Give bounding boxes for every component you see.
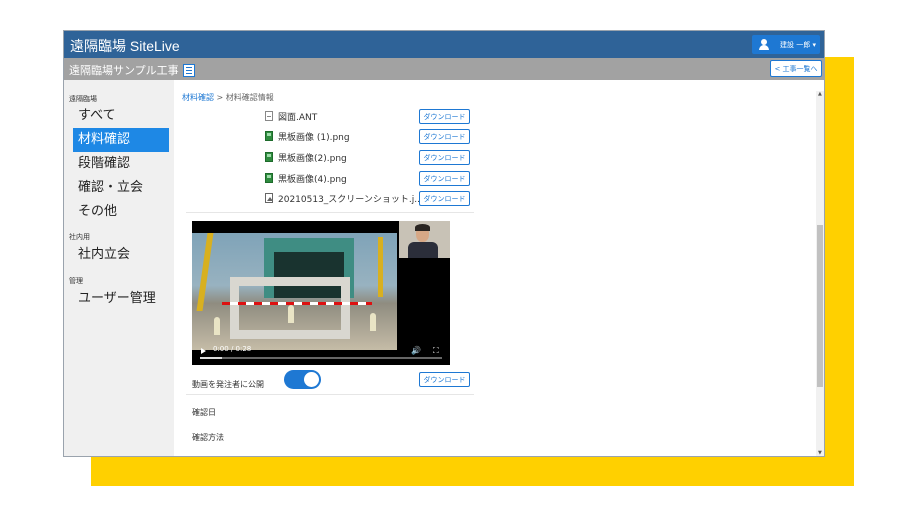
scrollbar-thumb[interactable] xyxy=(817,225,823,387)
video-controls: 0:00 / 0:28 🔊 ⛶ xyxy=(192,343,450,365)
video-time: 0:00 / 0:28 xyxy=(213,345,252,353)
measuring-rod-shape xyxy=(222,302,372,305)
video-pip-camera xyxy=(399,221,450,258)
sidebar-item-stage-check[interactable]: 段階確認 xyxy=(73,152,169,176)
divider xyxy=(186,212,474,213)
worker-shape xyxy=(288,305,294,323)
back-to-projects-button[interactable]: < 工事一覧へ xyxy=(770,60,822,77)
image-file-icon xyxy=(265,131,273,141)
image-file-icon xyxy=(265,152,273,162)
video-frame-site xyxy=(192,233,397,350)
sidebar-group-remote: 遠隔臨場 xyxy=(69,95,97,103)
sidebar-item-inspection[interactable]: 確認・立会 xyxy=(73,176,169,200)
divider xyxy=(186,394,474,395)
confirm-date-label: 確認日 xyxy=(192,408,216,417)
file-name: 図面.ANT xyxy=(278,112,318,123)
breadcrumb-link[interactable]: 材料確認 xyxy=(182,93,214,102)
document-icon xyxy=(265,111,273,121)
file-name: 黒板画像 (1).png xyxy=(278,132,350,143)
sidebar-group-internal: 社内用 xyxy=(69,233,90,241)
main-content: 材料確認 > 材料確認情報 図面.ANT ダウンロード 黒板画像 (1).png… xyxy=(174,80,824,456)
video-seek-bar[interactable] xyxy=(200,357,442,359)
download-button[interactable]: ダウンロード xyxy=(419,109,470,124)
picture-icon xyxy=(265,193,273,203)
project-title: 遠隔臨場サンプル工事 xyxy=(69,62,195,78)
crane-shape xyxy=(196,233,214,311)
crane-shape xyxy=(378,237,383,297)
person-face-shape xyxy=(415,224,430,242)
sidebar-group-admin: 管理 xyxy=(69,277,83,285)
worker-shape xyxy=(370,313,376,331)
breadcrumb-current: 材料確認情報 xyxy=(225,93,274,102)
publish-label: 動画を発注者に公開 xyxy=(192,380,264,389)
project-bar: 遠隔臨場サンプル工事 < 工事一覧へ xyxy=(64,58,824,80)
scroll-down-icon[interactable]: ▼ xyxy=(818,450,822,456)
video-player[interactable]: 0:00 / 0:28 🔊 ⛶ xyxy=(192,221,450,365)
document-list-icon[interactable] xyxy=(182,63,195,77)
video-download-button[interactable]: ダウンロード xyxy=(419,372,470,387)
sidebar-item-other[interactable]: その他 xyxy=(73,200,169,224)
sidebar: 遠隔臨場 すべて 材料確認 段階確認 確認・立会 その他 社内用 社内立会 管理… xyxy=(64,80,174,456)
sidebar-item-user-management[interactable]: ユーザー管理 xyxy=(73,287,169,311)
sidebar-item-all[interactable]: すべて xyxy=(73,104,169,128)
file-name: 黒板画像(4).png xyxy=(278,174,347,185)
person-torso-shape xyxy=(408,242,438,258)
app-window: 遠隔臨場 SiteLive 建設 一郎 ▾ 遠隔臨場サンプル工事 < 工事一覧へ… xyxy=(63,30,825,457)
download-button[interactable]: ダウンロード xyxy=(419,150,470,165)
image-file-icon xyxy=(265,173,273,183)
breadcrumb: 材料確認 > 材料確認情報 xyxy=(182,92,274,103)
worker-shape xyxy=(214,317,220,335)
volume-icon[interactable]: 🔊 xyxy=(411,346,421,355)
breadcrumb-separator: > xyxy=(216,93,224,102)
fullscreen-icon[interactable]: ⛶ xyxy=(433,346,439,356)
confirm-method-label: 確認方法 xyxy=(192,433,224,442)
top-bar: 遠隔臨場 SiteLive 建設 一郎 ▾ xyxy=(64,31,824,58)
file-name: 黒板画像(2).png xyxy=(278,153,347,164)
project-name: 遠隔臨場サンプル工事 xyxy=(69,64,179,77)
download-button[interactable]: ダウンロード xyxy=(419,129,470,144)
file-name: 20210513_スクリーンショット.j... xyxy=(278,194,423,205)
app-title: 遠隔臨場 SiteLive xyxy=(70,38,180,54)
user-menu-button[interactable]: 建設 一郎 ▾ xyxy=(752,35,820,54)
scroll-up-icon[interactable]: ▲ xyxy=(818,91,822,97)
scrollbar[interactable]: ▲ ▼ xyxy=(816,91,824,456)
user-name: 建設 一郎 ▾ xyxy=(780,40,816,49)
publish-toggle[interactable] xyxy=(284,370,321,389)
video-seek-progress xyxy=(200,357,222,359)
download-button[interactable]: ダウンロード xyxy=(419,171,470,186)
download-button[interactable]: ダウンロード xyxy=(419,191,470,206)
sidebar-item-material-check[interactable]: 材料確認 xyxy=(73,128,169,152)
play-icon[interactable] xyxy=(201,348,206,354)
sidebar-item-internal-inspection[interactable]: 社内立会 xyxy=(73,243,169,267)
user-icon xyxy=(759,39,769,50)
